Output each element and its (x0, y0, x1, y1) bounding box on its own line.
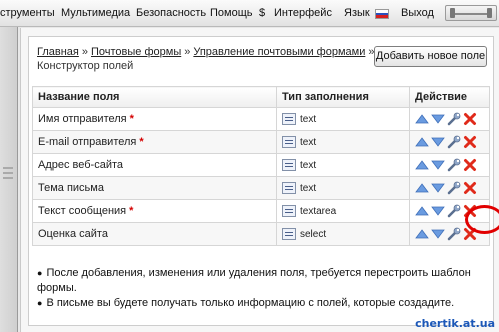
fill-type: select (300, 228, 327, 240)
text-type-icon (282, 159, 296, 171)
select-type-icon (282, 228, 296, 240)
field-name: Имя отправителя (38, 113, 127, 125)
breadcrumb-home[interactable]: Главная (37, 46, 79, 58)
edit-wrench-icon[interactable] (447, 181, 461, 195)
add-field-button[interactable]: Добавить новое поле (374, 46, 487, 67)
edit-wrench-icon[interactable] (447, 158, 461, 172)
field-name: Текст сообщения (38, 205, 127, 217)
delete-icon[interactable] (463, 181, 477, 195)
fill-type: text (300, 136, 317, 148)
field-name-cell: E-mail отправителя * (32, 130, 277, 154)
left-sidebar-strip (0, 27, 18, 332)
edit-wrench-icon[interactable] (447, 227, 461, 241)
move-up-icon[interactable] (415, 204, 429, 218)
menu-security[interactable]: Безопасность (136, 7, 206, 19)
notes: ● После добавления, изменения или удалени… (37, 266, 493, 311)
content-box: Главная» Почтовые формы» Управление почтов… (28, 36, 499, 326)
text-type-icon (282, 182, 296, 194)
bullet-icon: ● (37, 268, 43, 278)
menu-help[interactable]: Помощь (210, 7, 253, 19)
table-row: Оценка сайта select (32, 222, 490, 246)
menu-interface[interactable]: Интерфейс (274, 7, 332, 19)
move-up-icon[interactable] (415, 135, 429, 149)
bullet-icon: ● (37, 298, 43, 308)
table-header-row: Название поля Тип заполнения Действие (32, 86, 490, 108)
menu-dollar[interactable]: $ (259, 7, 265, 19)
note-item: ● В письме вы будете получать только инфо… (37, 297, 455, 309)
field-name: Адрес веб-сайта (38, 159, 124, 171)
delete-icon[interactable] (463, 158, 477, 172)
fill-type-cell: text (276, 130, 410, 154)
move-up-icon[interactable] (415, 112, 429, 126)
text-type-icon (282, 113, 296, 125)
fill-type-cell: textarea (276, 199, 410, 223)
field-name-cell: Текст сообщения * (32, 199, 277, 223)
table-row: E-mail отправителя * text (32, 130, 490, 154)
move-down-icon[interactable] (431, 181, 445, 195)
table-row: Адрес веб-сайта text (32, 153, 490, 177)
table-row: Имя отправителя * text (32, 107, 490, 131)
move-up-icon[interactable] (415, 158, 429, 172)
edit-wrench-icon[interactable] (447, 135, 461, 149)
field-name-cell: Тема письма (32, 176, 277, 200)
textarea-type-icon (282, 205, 296, 217)
field-name: E-mail отправителя (38, 136, 137, 148)
fill-type: text (300, 113, 317, 125)
action-cell (409, 176, 490, 200)
edit-wrench-icon[interactable] (447, 112, 461, 126)
fill-type-cell: text (276, 107, 410, 131)
edit-wrench-icon[interactable] (447, 204, 461, 218)
move-down-icon[interactable] (431, 227, 445, 241)
fill-type-cell: text (276, 153, 410, 177)
action-cell (409, 107, 490, 131)
required-mark: * (129, 113, 134, 125)
field-name: Оценка сайта (38, 228, 108, 240)
breadcrumb: Главная» Почтовые формы» Управление почтов… (37, 45, 377, 73)
move-down-icon[interactable] (431, 135, 445, 149)
header-action: Действие (409, 86, 490, 108)
breadcrumb-manage-forms[interactable]: Управление почтовыми формами (193, 46, 365, 58)
table-row: Тема письма text (32, 176, 490, 200)
table-row: Текст сообщения * textarea (32, 199, 490, 223)
header-field-name: Название поля (32, 86, 277, 108)
field-name-cell: Имя отправителя * (32, 107, 277, 131)
fill-type-cell: text (276, 176, 410, 200)
note-item: ● После добавления, изменения или удалени… (37, 267, 471, 294)
header-fill-type: Тип заполнения (276, 86, 410, 108)
main-panel: Главная» Почтовые формы» Управление почтов… (20, 28, 499, 332)
action-cell (409, 130, 490, 154)
field-name-cell: Адрес веб-сайта (32, 153, 277, 177)
required-mark: * (139, 136, 144, 148)
menu-bar: струменты Мультимедиа Безопасность Помощ… (0, 0, 499, 27)
required-mark: * (129, 205, 134, 217)
move-down-icon[interactable] (431, 204, 445, 218)
red-highlight-circle (465, 205, 499, 234)
breadcrumb-current: Конструктор полей (37, 60, 134, 72)
fill-type-cell: select (276, 222, 410, 246)
move-down-icon[interactable] (431, 112, 445, 126)
delete-icon[interactable] (463, 135, 477, 149)
text-type-icon (282, 136, 296, 148)
field-name-cell: Оценка сайта (32, 222, 277, 246)
menu-language[interactable]: Язык (344, 7, 370, 19)
menu-multimedia[interactable]: Мультимедиа (61, 7, 130, 19)
fill-type: text (300, 159, 317, 171)
fields-table: Название поля Тип заполнения Действие Им… (32, 86, 490, 246)
watermark: chertik.at.ua (415, 317, 495, 330)
delete-icon[interactable] (463, 112, 477, 126)
breadcrumb-mail-forms[interactable]: Почтовые формы (91, 46, 181, 58)
move-up-icon[interactable] (415, 227, 429, 241)
action-cell (409, 153, 490, 177)
field-name: Тема письма (38, 182, 104, 194)
move-up-icon[interactable] (415, 181, 429, 195)
move-down-icon[interactable] (431, 158, 445, 172)
fill-type: text (300, 182, 317, 194)
fill-type: textarea (300, 205, 337, 217)
menu-logout[interactable]: Выход (401, 7, 434, 19)
russian-flag-icon[interactable] (375, 9, 389, 19)
menu-tools[interactable]: струменты (0, 7, 55, 19)
menu-slider[interactable] (445, 5, 497, 21)
